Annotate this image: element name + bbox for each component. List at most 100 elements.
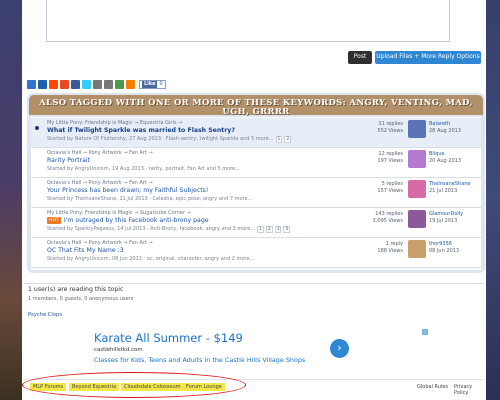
- topic-row[interactable]: My Little Pony: Friendship is Magic → Su…: [31, 208, 481, 238]
- topic-title-text[interactable]: OC That Fits My Name :3: [47, 247, 124, 254]
- download-icon[interactable]: [115, 79, 124, 89]
- topic-title[interactable]: HOT I'm outraged by this Facebook anti-br…: [47, 217, 209, 224]
- page-link[interactable]: 2: [284, 136, 292, 143]
- last-post-date: 21 Jul 2013: [429, 188, 458, 194]
- readers-count: 1 members, 0 guests, 0 anonymous users: [28, 296, 134, 302]
- share-bar: Like 0: [27, 79, 166, 89]
- topic-meta: Started by AngryUnicorn, 08 Jun 2013 · o…: [47, 256, 254, 262]
- avatar[interactable]: [408, 210, 426, 228]
- facebook-icon[interactable]: [71, 79, 80, 89]
- topic-meta-text: Started by TheInsaneShane, 21 Jul 2013 ·…: [47, 196, 253, 202]
- topic-stats: 143 replies 3,095 Views: [363, 211, 403, 225]
- reply-count: 1 reply: [385, 241, 403, 247]
- topic-title[interactable]: OC That Fits My Name :3: [47, 247, 124, 254]
- topic-breadcrumb[interactable]: Octavia's Hall → Pony Artwork → Fan Art …: [47, 180, 153, 186]
- last-post-info: GlamourDolly 19 Jul 2013: [429, 211, 463, 225]
- topic-title-text[interactable]: Rarity Portrait: [47, 157, 90, 164]
- post-button[interactable]: Post: [348, 51, 372, 64]
- reply-count: 5 replies: [381, 181, 403, 187]
- advertisement[interactable]: Karate All Summer - $149 castlehillstkd.…: [92, 327, 432, 373]
- tagged-topics-panel: ALSO TAGGED WITH ONE OR MORE OF THESE KE…: [27, 93, 485, 273]
- topic-list: My Little Pony: Friendship is Magic → Eq…: [31, 117, 481, 270]
- digg-icon[interactable]: [38, 79, 47, 89]
- topic-row[interactable]: Octavia's Hall → Pony Artwork → Fan Art …: [31, 148, 481, 178]
- facebook-like-button[interactable]: Like 0: [139, 79, 166, 89]
- last-post-date: 28 Aug 2013: [429, 128, 462, 134]
- topic-breadcrumb[interactable]: My Little Pony: Friendship is Magic → Su…: [47, 210, 191, 216]
- topic-meta: Started by AngryUnicorn, 19 Aug 2013 · r…: [47, 166, 240, 172]
- reply-count: 31 replies: [378, 121, 403, 127]
- background-left: [0, 0, 22, 400]
- reddit-icon[interactable]: [49, 79, 58, 89]
- ad-arrow-icon[interactable]: ›: [330, 339, 349, 358]
- like-count: 0: [159, 80, 163, 87]
- delicious-icon[interactable]: [27, 79, 36, 89]
- upload-files-button[interactable]: Upload Files + More Reply Options: [375, 51, 481, 64]
- topic-title-text[interactable]: I'm outraged by this Facebook anti-brony…: [64, 217, 209, 224]
- topic-meta-text: Started by AngryUnicorn, 08 Jun 2013 · o…: [47, 256, 255, 262]
- topic-title-text[interactable]: Your Princess has been drawn; my Faithfu…: [47, 187, 208, 194]
- readers-title: 1 user(s) are reading this topic: [28, 286, 124, 293]
- last-post-info: Blique 20 Aug 2013: [429, 151, 461, 165]
- last-poster-link[interactable]: thor9356: [429, 241, 459, 248]
- last-post-date: 20 Aug 2013: [429, 158, 462, 164]
- last-post-date: 19 Jul 2013: [429, 218, 458, 224]
- page-link[interactable]: 1: [275, 136, 283, 143]
- reply-count: 143 replies: [375, 211, 403, 217]
- reader-username-link[interactable]: Psyche Clops: [28, 312, 62, 318]
- last-post-info: TheInsaneShane 21 Jul 2013: [429, 181, 471, 195]
- ad-description: Classes for Kids, Teens and Adults in th…: [94, 356, 306, 364]
- avatar[interactable]: [408, 150, 426, 168]
- page-link[interactable]: 1: [257, 226, 264, 233]
- topic-title[interactable]: What if Twilight Sparkle was married to …: [47, 127, 235, 134]
- topic-meta: Started by SparklyPegasus, 14 Jul 2013 ·…: [47, 226, 291, 233]
- topic-row[interactable]: Octavia's Hall → Pony Artwork → Fan Art …: [31, 238, 481, 268]
- page-link[interactable]: 5: [283, 226, 291, 233]
- view-count: 188 Views: [377, 248, 403, 254]
- ad-title[interactable]: Karate All Summer - $149: [94, 331, 243, 345]
- avatar[interactable]: [408, 240, 426, 258]
- email-icon[interactable]: [93, 79, 102, 89]
- unread-dot-icon: [35, 126, 39, 130]
- print-icon[interactable]: [104, 79, 113, 89]
- topic-stats: 5 replies 157 Views: [363, 181, 403, 195]
- last-poster-link[interactable]: GlamourDolly: [429, 211, 463, 218]
- avatar[interactable]: [408, 120, 426, 138]
- global-rules-link[interactable]: Global Rules: [417, 384, 448, 390]
- stumbleupon-icon[interactable]: [60, 79, 69, 89]
- topic-title-text[interactable]: What if Twilight Sparkle was married to …: [47, 127, 235, 134]
- last-post-info: Balareth 28 Aug 2013: [429, 121, 461, 135]
- last-poster-link[interactable]: Balareth: [429, 121, 461, 128]
- ad-url: castlehillstkd.com: [94, 347, 143, 353]
- topic-meta-text: Started by SparklyPegasus, 14 Jul 2013 ·…: [47, 226, 256, 232]
- divider: [24, 283, 484, 284]
- last-poster-link[interactable]: Blique: [429, 151, 461, 158]
- page-link[interactable]: 3: [274, 226, 282, 233]
- topic-breadcrumb[interactable]: Octavia's Hall → Pony Artwork → Fan Art …: [47, 240, 153, 246]
- topic-meta-text: Started by Nature Of Fluttershy, 27 Aug …: [47, 136, 274, 142]
- topic-meta: Started by Nature Of Fluttershy, 27 Aug …: [47, 136, 292, 143]
- topic-row[interactable]: My Little Pony: Friendship is Magic → Eq…: [31, 118, 481, 148]
- topic-stats: 12 replies 197 Views: [363, 151, 403, 165]
- privacy-policy-link[interactable]: Privacy Policy: [454, 384, 484, 396]
- adchoices-icon[interactable]: i: [422, 329, 428, 335]
- reply-count: 12 replies: [378, 151, 403, 157]
- page-link[interactable]: 2: [265, 226, 273, 233]
- topic-title[interactable]: Your Princess has been drawn; my Faithfu…: [47, 187, 208, 194]
- topic-stats: 31 replies 552 Views: [363, 121, 403, 135]
- last-post-date: 08 Jun 2013: [429, 248, 460, 254]
- view-count: 197 Views: [377, 158, 403, 164]
- tagged-keywords-banner: ALSO TAGGED WITH ONE OR MORE OF THESE KE…: [29, 95, 483, 116]
- twitter-icon[interactable]: [82, 79, 91, 89]
- avatar[interactable]: [408, 180, 426, 198]
- reply-editor[interactable]: [46, 0, 450, 42]
- red-annotation-oval: [22, 372, 246, 398]
- blogger-icon[interactable]: [126, 79, 135, 89]
- topic-breadcrumb[interactable]: Octavia's Hall → Pony Artwork → Fan Art …: [47, 150, 153, 156]
- last-poster-link[interactable]: TheInsaneShane: [429, 181, 471, 188]
- background-right: [486, 0, 500, 400]
- topic-title[interactable]: Rarity Portrait: [47, 157, 90, 164]
- topic-row[interactable]: Octavia's Hall → Pony Artwork → Fan Art …: [31, 178, 481, 208]
- hot-badge: HOT: [47, 217, 61, 224]
- topic-breadcrumb[interactable]: My Little Pony: Friendship is Magic → Eq…: [47, 120, 182, 126]
